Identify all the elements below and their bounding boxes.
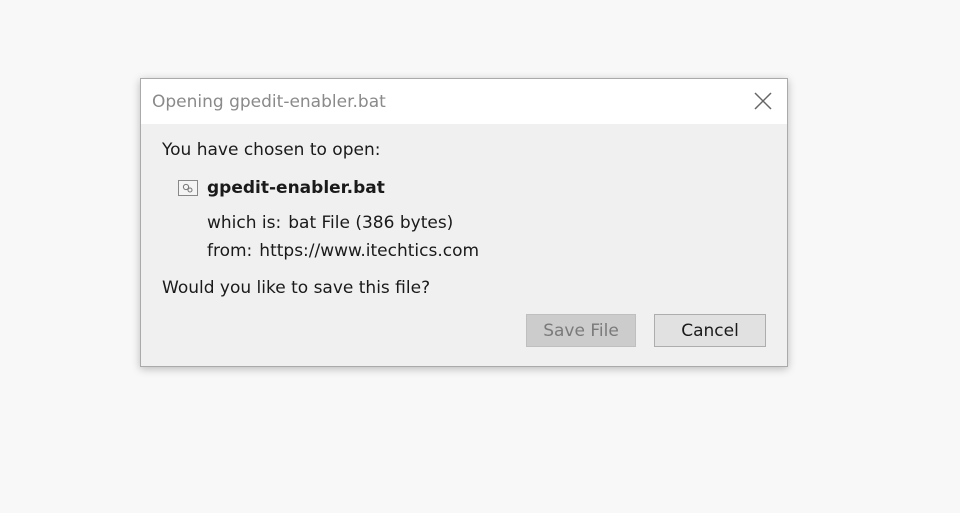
dialog-titlebar: Opening gpedit-enabler.bat [141,79,787,124]
file-type-row: which is: bat File (386 bytes) [207,213,453,233]
dialog-title: Opening gpedit-enabler.bat [152,92,386,112]
save-file-button[interactable]: Save File [526,314,636,347]
batch-file-icon [178,180,198,196]
file-type-value: bat File (386 bytes) [288,213,454,233]
save-question: Would you like to save this file? [162,278,431,298]
download-dialog: Opening gpedit-enabler.bat You have chos… [140,78,788,367]
which-is-label: which is: [207,213,282,233]
from-label: from: [207,241,253,261]
file-source-value: https://www.itechtics.com [259,241,480,261]
cancel-button[interactable]: Cancel [654,314,766,347]
file-name: gpedit-enabler.bat [207,178,385,198]
file-source-row: from: https://www.itechtics.com [207,241,479,261]
chosen-to-open-label: You have chosen to open: [162,140,381,160]
close-icon[interactable] [753,91,773,111]
